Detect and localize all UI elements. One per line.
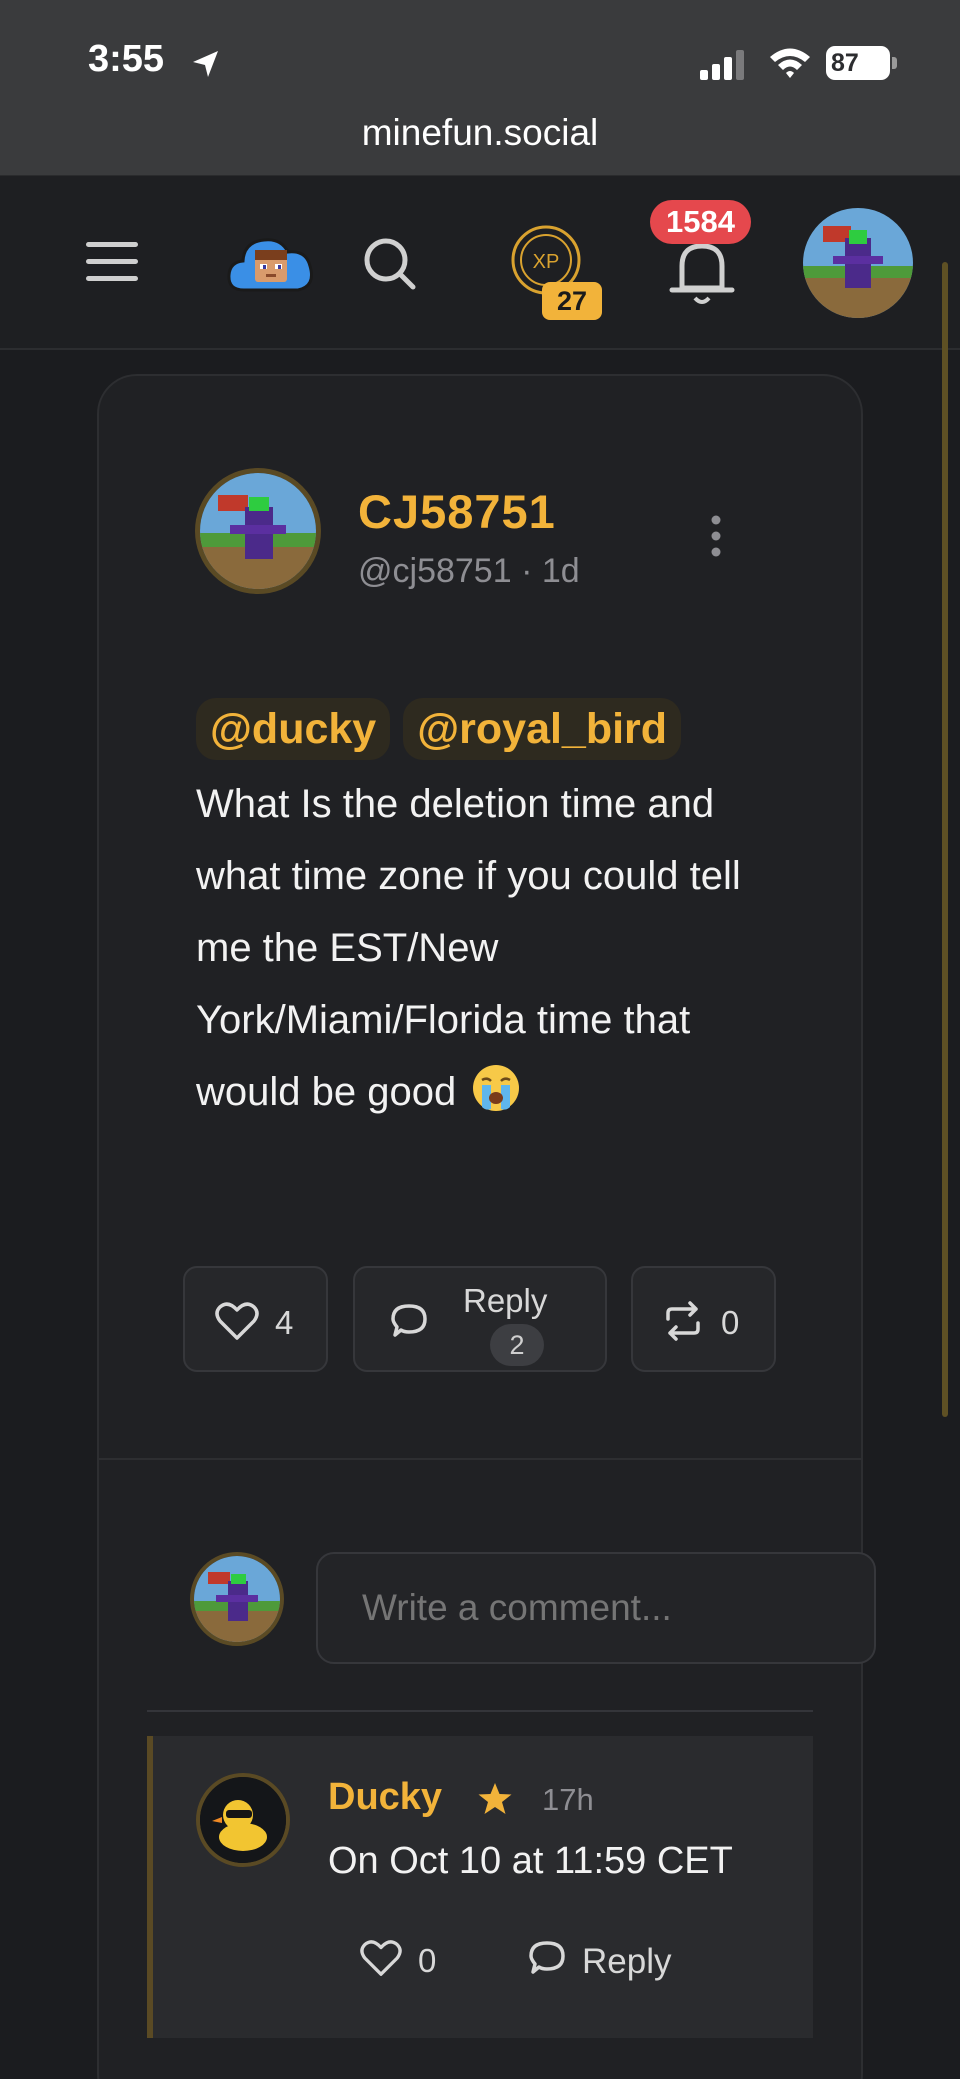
status-time: 3:55: [88, 38, 165, 80]
bell-icon[interactable]: [668, 234, 736, 308]
search-icon[interactable]: [362, 236, 418, 292]
reply-author-name[interactable]: Ducky: [328, 1776, 442, 1819]
mention-ducky[interactable]: @ducky: [196, 698, 391, 760]
scrollbar[interactable]: [942, 262, 948, 1417]
post-author-avatar[interactable]: [195, 468, 321, 594]
battery-level: 87: [826, 46, 890, 80]
notification-count-badge: 1584: [650, 200, 751, 244]
reply-like-count: 0: [418, 1942, 437, 1979]
more-vertical-icon[interactable]: [706, 512, 726, 560]
repost-count: 0: [721, 1304, 740, 1341]
repost-button[interactable]: 0: [631, 1266, 776, 1372]
heart-icon[interactable]: [360, 1938, 402, 1978]
post-author-meta: @cj58751 · 1d: [358, 552, 580, 591]
reply-author-avatar[interactable]: [196, 1773, 290, 1867]
like-count: 4: [275, 1304, 294, 1341]
xp-level-badge: 27: [542, 282, 602, 320]
comment-icon: [391, 1304, 427, 1337]
post-age: 1d: [541, 552, 580, 590]
post-author-handle[interactable]: @cj58751: [358, 552, 512, 590]
post-body-text: What Is the deletion time and what time …: [196, 782, 741, 1114]
reply-text: On Oct 10 at 11:59 CET: [328, 1840, 733, 1882]
reply-reply-button[interactable]: Reply: [582, 1942, 671, 1982]
like-button[interactable]: 4: [183, 1266, 328, 1372]
menu-icon[interactable]: [86, 242, 138, 282]
reply-label: Reply: [463, 1282, 548, 1319]
divider: [147, 1710, 813, 1712]
wifi-icon: [770, 48, 810, 78]
meta-separator: ·: [511, 552, 542, 590]
divider: [99, 1458, 861, 1460]
repost-icon: [666, 1301, 700, 1341]
post-author-name[interactable]: CJ58751: [358, 484, 556, 539]
status-bar: 3:55 87 minefun.social: [0, 0, 960, 176]
mention-royal-bird[interactable]: @royal_bird: [403, 698, 682, 760]
crying-emoji: [473, 1065, 520, 1111]
cloud-logo[interactable]: [226, 228, 316, 298]
location-arrow-icon: [193, 51, 218, 77]
commenter-avatar: [190, 1552, 284, 1646]
post-body: What Is the deletion time and what time …: [196, 768, 756, 1128]
comment-input[interactable]: [316, 1552, 876, 1664]
star-icon: [478, 1783, 512, 1814]
browser-url[interactable]: minefun.social: [0, 112, 960, 154]
svg-text:XP: XP: [533, 251, 560, 273]
post-mentions: @ducky @royal_bird: [196, 698, 682, 760]
signal-icon: [700, 50, 744, 80]
comment-icon[interactable]: [527, 1938, 567, 1978]
user-avatar[interactable]: [803, 208, 913, 318]
battery-icon: 87: [826, 46, 897, 80]
reply-button[interactable]: Reply 2: [353, 1266, 607, 1372]
reply-count: 2: [490, 1324, 544, 1366]
app-header: XP 27 1584: [0, 176, 960, 350]
xp-indicator[interactable]: XP 27: [510, 224, 606, 320]
reply-time: 17h: [542, 1782, 594, 1817]
heart-icon: [215, 1302, 259, 1340]
